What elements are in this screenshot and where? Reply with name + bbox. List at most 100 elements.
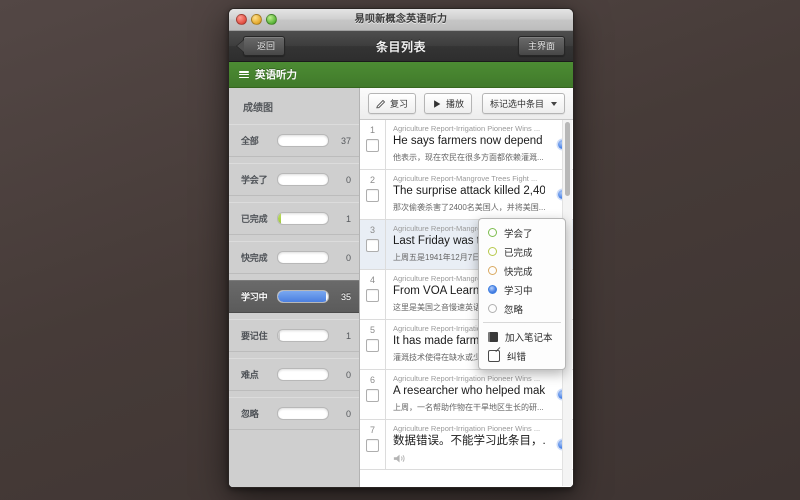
- sidebar-item-count: 35: [335, 292, 351, 302]
- row-checkbox[interactable]: [366, 389, 379, 402]
- row-checkbox[interactable]: [366, 289, 379, 302]
- sidebar-item-7[interactable]: 忽略0: [229, 397, 359, 430]
- row-number: 3: [370, 225, 375, 235]
- sidebar-progress-track: [277, 407, 329, 420]
- menu-item-status-3[interactable]: 学习中: [479, 280, 565, 299]
- app-toolbar: 返回 条目列表 主界面: [229, 31, 573, 62]
- minimize-button[interactable]: [251, 14, 262, 25]
- sidebar-item-5[interactable]: 要记住1: [229, 319, 359, 352]
- table-row[interactable]: 2 Agriculture Report-Mangrove Trees Fight…: [360, 170, 573, 220]
- row-english-text: He says farmers now depend o...: [393, 134, 545, 149]
- mark-selected-dropdown[interactable]: 标记选中条目: [482, 93, 565, 114]
- menu-item-status-1[interactable]: 已完成: [479, 242, 565, 261]
- row-source: Agriculture Report-Irrigation Pioneer Wi…: [393, 374, 545, 384]
- table-row[interactable]: 7Agriculture Report-Irrigation Pioneer W…: [360, 420, 573, 470]
- menu-item-status-2[interactable]: 快完成: [479, 261, 565, 280]
- menu-action-1[interactable]: 纠错: [479, 346, 565, 365]
- radio-blue-icon: [488, 285, 497, 294]
- menu-item-label: 快完成: [504, 264, 533, 278]
- close-button[interactable]: [236, 14, 247, 25]
- menu-item-status-0[interactable]: 学会了: [479, 223, 565, 242]
- app-window: 易呗新概念英语听力 返回 条目列表 主界面 英语听力 成绩图 全部37学会了0已…: [228, 8, 574, 488]
- menu-item-label: 已完成: [504, 245, 533, 259]
- row-number: 4: [370, 275, 375, 285]
- window-body: 成绩图 全部37学会了0已完成1快完成0学习中35要记住1难点0忽略0 复习 播…: [229, 88, 573, 487]
- sidebar-item-label: 难点: [241, 368, 271, 381]
- radio-grey-icon: [488, 304, 497, 313]
- sidebar-progress-track: [277, 134, 329, 147]
- sidebar-item-label: 全部: [241, 134, 271, 147]
- category-bar[interactable]: 英语听力: [229, 62, 573, 88]
- radio-orange-icon: [488, 266, 497, 275]
- row-checkbox[interactable]: [366, 139, 379, 152]
- traffic-lights: [236, 14, 277, 25]
- sidebar: 成绩图 全部37学会了0已完成1快完成0学习中35要记住1难点0忽略0: [229, 88, 360, 487]
- sidebar-progress-track: [277, 290, 329, 303]
- row-source: Agriculture Report-Mangrove Trees Fight …: [393, 174, 545, 184]
- table-row[interactable]: 1 Agriculture Report-Irrigation Pioneer W…: [360, 120, 573, 170]
- row-english-text: A researcher who helped make...: [393, 384, 545, 399]
- row-content: Agriculture Report-Mangrove Trees Fight …: [386, 170, 551, 219]
- row-content: Agriculture Report-Irrigation Pioneer Wi…: [386, 120, 551, 169]
- sidebar-item-label: 学会了: [241, 173, 271, 186]
- sidebar-item-label: 要记住: [241, 329, 271, 342]
- sidebar-progress-track: [277, 173, 329, 186]
- sidebar-item-2[interactable]: 已完成1: [229, 202, 359, 235]
- review-button[interactable]: 复习: [368, 93, 416, 114]
- row-checkbox[interactable]: [366, 339, 379, 352]
- mark-selected-label: 标记选中条目: [490, 97, 544, 110]
- sidebar-item-4[interactable]: 学习中 35: [229, 280, 359, 313]
- zoom-button[interactable]: [266, 14, 277, 25]
- sidebar-item-0[interactable]: 全部 37: [229, 124, 359, 157]
- window-title: 易呗新概念英语听力: [229, 9, 573, 30]
- sidebar-progress-track: [277, 212, 329, 225]
- list-pane: 复习 播放 标记选中条目 1 Agriculture Report-Irrigat…: [360, 88, 573, 487]
- row-gutter: 7: [360, 420, 386, 469]
- sidebar-header: 成绩图: [229, 88, 359, 124]
- sidebar-item-label: 学习中: [241, 290, 271, 303]
- row-english-text: The surprise attack killed 2,400...: [393, 184, 545, 199]
- row-checkbox[interactable]: [366, 439, 379, 452]
- sidebar-item-count: 1: [335, 214, 351, 224]
- sidebar-item-list: 全部37学会了0已完成1快完成0学习中35要记住1难点0忽略0: [229, 124, 359, 430]
- sidebar-progress-fill: [278, 213, 281, 224]
- row-chinese-text: 他表示，现在农民在很多方面都依赖灌溉...: [393, 151, 545, 164]
- sidebar-item-6[interactable]: 难点 0: [229, 358, 359, 391]
- row-chinese-text: 那次偷袭杀害了2400名美国人，并将美国...: [393, 201, 545, 214]
- row-number: 1: [370, 125, 375, 135]
- back-button[interactable]: 返回: [243, 36, 285, 56]
- review-label: 复习: [390, 97, 408, 110]
- scrollbar-thumb[interactable]: [565, 122, 570, 196]
- sidebar-item-count: 0: [335, 409, 351, 419]
- row-checkbox[interactable]: [366, 239, 379, 252]
- row-gutter: 4: [360, 270, 386, 319]
- radio-lime-icon: [488, 247, 497, 256]
- sidebar-item-count: 0: [335, 370, 351, 380]
- speaker-icon[interactable]: [393, 451, 407, 462]
- sidebar-item-1[interactable]: 学会了0: [229, 163, 359, 196]
- sidebar-item-label: 快完成: [241, 251, 271, 264]
- menu-item-status-4[interactable]: 忽略: [479, 299, 565, 318]
- row-content: Agriculture Report-Irrigation Pioneer Wi…: [386, 420, 551, 469]
- sidebar-progress-track: [277, 329, 329, 342]
- row-gutter: 3: [360, 220, 386, 269]
- window-titlebar: 易呗新概念英语听力: [229, 9, 573, 31]
- hamburger-icon[interactable]: [239, 71, 249, 78]
- sidebar-item-3[interactable]: 快完成0: [229, 241, 359, 274]
- row-gutter: 2: [360, 170, 386, 219]
- sidebar-progress-track: [277, 251, 329, 264]
- menu-action-label: 加入笔记本: [505, 330, 553, 344]
- pencil-icon: [376, 99, 386, 109]
- table-row[interactable]: 6Agriculture Report-Irrigation Pioneer W…: [360, 370, 573, 420]
- row-number: 5: [370, 325, 375, 335]
- mark-context-menu[interactable]: 学会了已完成快完成学习中忽略 加入笔记本纠错: [478, 218, 566, 370]
- menu-divider: [483, 322, 561, 323]
- sidebar-progress-fill: [278, 291, 326, 302]
- sidebar-item-count: 37: [335, 136, 351, 146]
- edit-icon: [488, 350, 500, 362]
- row-checkbox[interactable]: [366, 189, 379, 202]
- menu-action-0[interactable]: 加入笔记本: [479, 327, 565, 346]
- home-button[interactable]: 主界面: [518, 36, 565, 56]
- play-button[interactable]: 播放: [424, 93, 472, 114]
- list-toolbar: 复习 播放 标记选中条目: [360, 88, 573, 120]
